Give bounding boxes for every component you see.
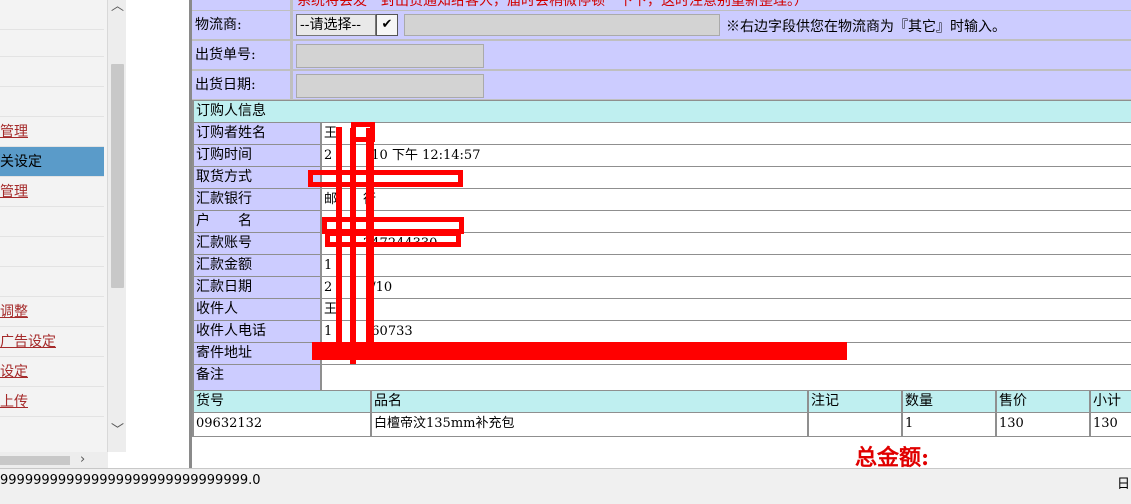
table-row: 09632132 白檀帝汶135mm补充包 1 130 130 [192, 412, 1131, 437]
item-subtotal: 130 [1091, 413, 1131, 436]
items-header-cell: 数量 [903, 391, 995, 412]
items-header-cell: 售价 [997, 391, 1089, 412]
sidebar-item-label[interactable]: 广告设定 [0, 334, 56, 350]
info-row-3: 汇款银行邮 行 [192, 188, 1131, 210]
info-row-7: 汇款日期 2 /10 [192, 276, 1131, 298]
ship-date-label: 出货日期: [192, 71, 290, 99]
ship-no-row: 出货单号: [192, 40, 1131, 70]
scroll-up-icon[interactable]: ︿ [111, 0, 124, 14]
info-key: 户 名 [194, 211, 320, 232]
info-key: 汇款账号 [194, 233, 320, 254]
info-value: 邮 行 [322, 189, 1131, 210]
redaction-mark [325, 231, 461, 247]
status-bar: 999999999999999999999999999999.0 日 [0, 468, 1131, 504]
info-key: 取货方式 [194, 167, 320, 188]
info-key: 收件人 [194, 299, 320, 320]
scroll-down-icon[interactable]: ﹀ [111, 424, 124, 438]
info-value: 2 /10 [322, 277, 1131, 298]
redaction-mark [308, 170, 463, 187]
info-key: 寄件地址 [194, 343, 320, 364]
sidebar-item-label[interactable]: 管理 [0, 124, 28, 140]
info-key: 汇款日期 [194, 277, 320, 298]
info-row-6: 汇款金额 1 [192, 254, 1131, 276]
carrier-hint: ※右边字段供您在物流商为『其它』时输入。 [726, 19, 1006, 35]
info-key: 汇款金额 [194, 255, 320, 276]
carrier-value-cell: --请选择-- ✔ ※右边字段供您在物流商为『其它』时输入。 [293, 11, 1131, 39]
sidebar-item-2[interactable]: 管理 [0, 177, 104, 207]
info-row-8: 收件人王 [192, 298, 1131, 320]
sidebar-item-spacer-c [0, 267, 104, 297]
top-note-row: 系统将会发一封出货通知给客人，届时会稍微停顿一下下，这时注意别重新整理。） [192, 0, 1131, 10]
info-row-0: 订购者姓名王 [192, 122, 1131, 144]
sidebar-item-label[interactable]: 上传 [0, 394, 28, 410]
info-row-1: 订购时间 2 10 下午 12:14:57 [192, 144, 1131, 166]
items-header-cell: 品名 [372, 391, 807, 412]
scroll-right-icon[interactable]: › [80, 452, 85, 467]
sidebar-item-top-b [0, 27, 104, 57]
scrollbar-thumb[interactable] [0, 456, 70, 465]
sidebar-item-4[interactable]: 广告设定 [0, 327, 104, 357]
sidebar: 管理 关设定 管理 调整 广告设定 设定 上传 [0, 0, 108, 452]
ship-date-value-cell [293, 71, 1131, 99]
sidebar-item-1[interactable]: 关设定 [0, 147, 104, 177]
top-note-label-cell [192, 0, 290, 10]
info-key: 备注 [194, 365, 320, 390]
sidebar-item-top-a [0, 0, 104, 30]
order-info-header-row: 订购人信息 [192, 100, 1131, 122]
item-note [809, 413, 901, 436]
sidebar-item-top-d [0, 87, 104, 117]
ship-no-input[interactable] [296, 44, 484, 68]
item-sku: 09632132 [194, 413, 370, 436]
info-key: 订购者姓名 [194, 123, 320, 144]
info-row-9: 收件人电话 1 60733 [192, 320, 1131, 342]
sidebar-vertical-scrollbar[interactable]: ︿ ﹀ [107, 0, 126, 452]
sidebar-item-top-c [0, 57, 104, 87]
sidebar-item-6[interactable]: 上传 [0, 387, 104, 417]
redaction-mark [312, 342, 847, 360]
sidebar-item-label: 关设定 [0, 154, 42, 170]
ship-date-row: 出货日期: [192, 70, 1131, 100]
status-right-text: 日 [1117, 477, 1131, 492]
top-note-cell: 系统将会发一封出货通知给客人，届时会稍微停顿一下下，这时注意别重新整理。） [293, 0, 1131, 10]
carrier-other-input[interactable] [404, 14, 720, 36]
carrier-select[interactable]: --请选择-- [296, 14, 376, 36]
order-info-title: 订购人信息 [194, 101, 1131, 122]
carrier-row: 物流商: --请选择-- ✔ ※右边字段供您在物流商为『其它』时输入。 [192, 10, 1131, 40]
items-header-cell: 注记 [809, 391, 901, 412]
item-qty: 1 [903, 413, 995, 436]
sidebar-item-3[interactable]: 调整 [0, 297, 104, 327]
top-note: 系统将会发一封出货通知给客人，届时会稍微停顿一下下，这时注意别重新整理。） [297, 0, 808, 9]
info-row-11: 备注 [192, 364, 1131, 390]
sidebar-item-label[interactable]: 调整 [0, 304, 28, 320]
sidebar-item-spacer-b [0, 237, 104, 267]
status-text: 999999999999999999999999999999.0 [0, 473, 261, 488]
items-header-cell: 货号 [194, 391, 370, 412]
sidebar-horizontal-scrollbar[interactable]: › [0, 452, 108, 468]
info-value [322, 365, 1131, 390]
carrier-label: 物流商: [192, 11, 290, 39]
ship-no-label: 出货单号: [192, 41, 290, 69]
info-value: 王 [322, 299, 1131, 320]
sidebar-item-label[interactable]: 管理 [0, 184, 28, 200]
sidebar-item-5[interactable]: 设定 [0, 357, 104, 387]
scrollbar-thumb[interactable] [111, 64, 124, 288]
info-value: 1 [322, 255, 1131, 276]
frame-gap [126, 0, 190, 468]
sidebar-item-label[interactable]: 设定 [0, 364, 28, 380]
ship-no-value-cell [293, 41, 1131, 69]
items-header-cell: 小计 [1091, 391, 1131, 412]
chevron-down-icon[interactable]: ✔ [376, 14, 398, 36]
info-key: 收件人电话 [194, 321, 320, 342]
info-key: 订购时间 [194, 145, 320, 166]
sidebar-item-spacer-a [0, 207, 104, 237]
item-price: 130 [997, 413, 1089, 436]
sidebar-item-0[interactable]: 管理 [0, 117, 104, 147]
info-key: 汇款银行 [194, 189, 320, 210]
info-value: 2 10 下午 12:14:57 [322, 145, 1131, 166]
info-value: 1 60733 [322, 321, 1131, 342]
ship-date-input[interactable] [296, 74, 484, 98]
item-name: 白檀帝汶135mm补充包 [372, 413, 807, 436]
info-value: 王 [322, 123, 1131, 144]
items-header-row: 货号 品名 注记 数量 售价 小计 [192, 390, 1131, 412]
